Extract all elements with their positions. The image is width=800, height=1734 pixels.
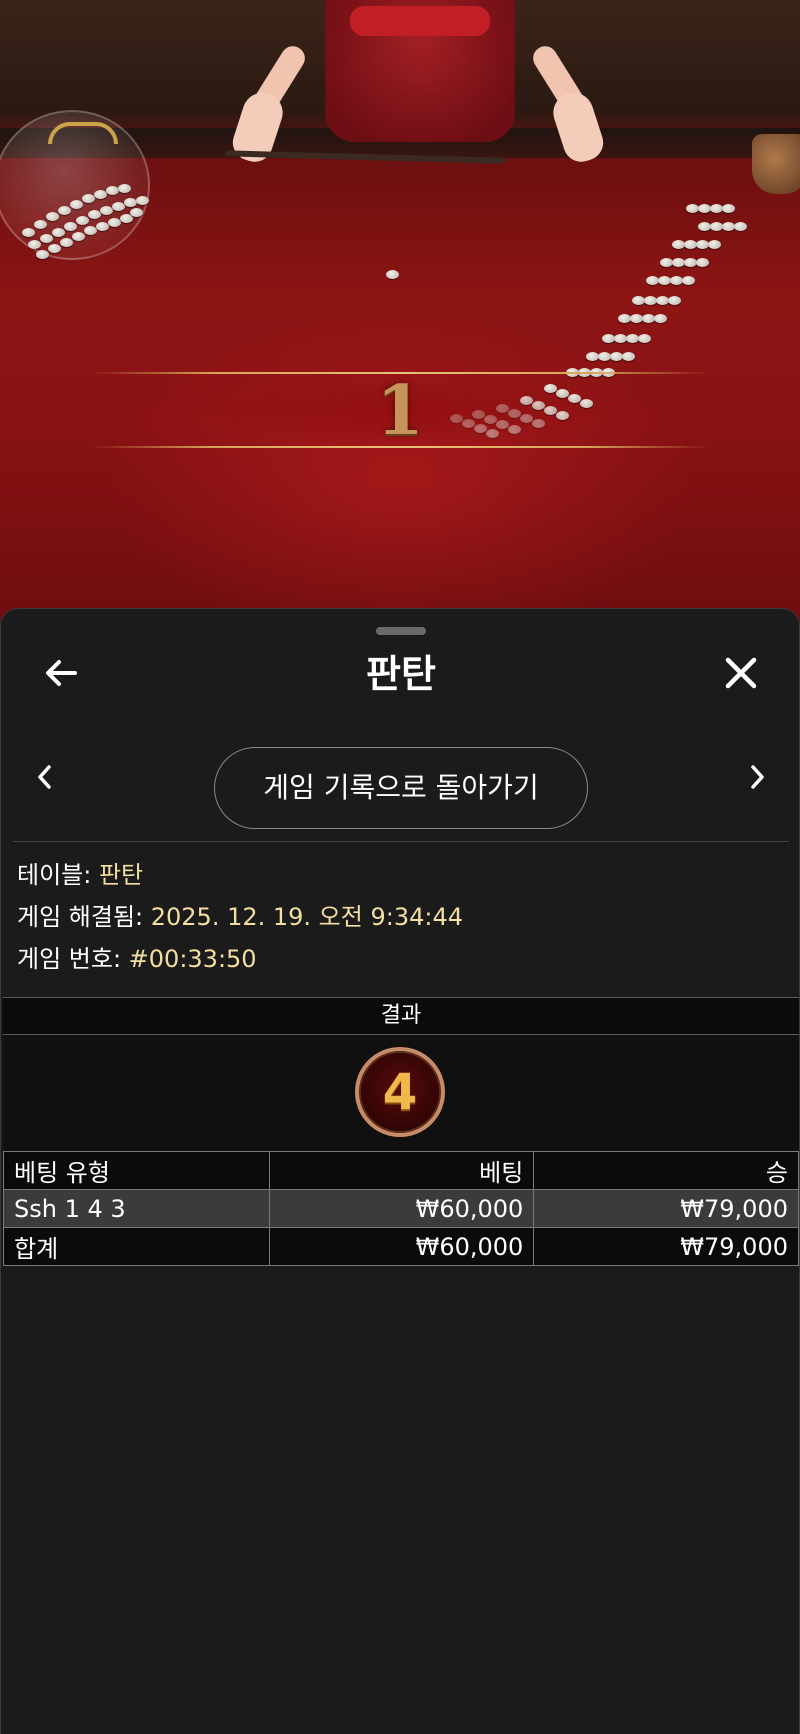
sheet-title: 판탄	[366, 652, 436, 696]
chevron-left-icon	[38, 765, 51, 789]
bead	[34, 220, 47, 229]
live-video-scene: 1	[0, 0, 800, 620]
bead	[668, 296, 681, 305]
bets-table-header: 베팅 유형 베팅 승	[3, 1151, 799, 1190]
info-resolved: 게임 해결됨: 2025. 12. 19. 오전 9:34:44	[17, 899, 463, 935]
bead	[70, 200, 83, 209]
bead	[76, 216, 89, 225]
next-game-button[interactable]	[737, 757, 777, 797]
info-table-value: 판탄	[98, 861, 144, 889]
bead	[94, 190, 107, 199]
bead	[84, 226, 97, 235]
total-win-cell: ₩79,000	[533, 1227, 799, 1266]
header-bet: 베팅	[268, 1151, 535, 1190]
back-to-history-button[interactable]: 게임 기록으로 돌아가기	[214, 747, 588, 829]
close-button[interactable]	[713, 645, 769, 701]
info-resolved-label: 게임 해결됨:	[17, 903, 151, 931]
bead	[722, 204, 735, 213]
arrow-left-icon	[46, 660, 77, 686]
bead	[136, 196, 149, 205]
bead	[622, 352, 635, 361]
bowl-handle	[48, 122, 118, 144]
bead	[64, 222, 77, 231]
info-game-number-label: 게임 번호:	[17, 945, 129, 973]
bead	[682, 276, 695, 285]
result-ball: 4	[355, 1047, 445, 1137]
sheet-grab-handle[interactable]	[376, 627, 426, 635]
bead	[118, 184, 131, 193]
brass-cup	[752, 134, 800, 194]
bead	[58, 206, 71, 215]
divider	[13, 841, 789, 842]
total-bet-cell: ₩60,000	[268, 1227, 535, 1266]
bets-table: 베팅 유형 베팅 승 Ssh 1 4 3 ₩60,000 ₩79,000 합계 …	[3, 1151, 799, 1266]
result-number: 4	[382, 1063, 418, 1121]
win-amount-cell: ₩79,000	[533, 1189, 799, 1228]
bead	[88, 210, 101, 219]
bead	[72, 232, 85, 241]
bead	[130, 208, 143, 217]
bet-amount-cell: ₩60,000	[268, 1189, 535, 1228]
table-row: Ssh 1 4 3 ₩60,000 ₩79,000	[3, 1189, 799, 1228]
header-win: 승	[533, 1151, 799, 1190]
bead	[36, 250, 49, 259]
bead	[28, 240, 41, 249]
dealer-sash	[350, 6, 490, 36]
table-number: 1	[376, 371, 424, 451]
result-header: 결과	[3, 997, 799, 1035]
bead	[40, 234, 53, 243]
bead	[708, 240, 721, 249]
bead	[46, 212, 59, 221]
bead	[82, 194, 95, 203]
bead	[48, 244, 61, 253]
bead	[22, 228, 35, 237]
bead	[60, 238, 73, 247]
info-table: 테이블: 판탄	[17, 857, 143, 893]
back-button[interactable]	[33, 645, 89, 701]
bead	[734, 222, 747, 231]
bead	[96, 222, 109, 231]
info-table-label: 테이블:	[17, 861, 99, 889]
close-icon	[725, 657, 757, 689]
info-resolved-value: 2025. 12. 19. 오전 9:34:44	[150, 903, 463, 931]
total-label-cell: 합계	[3, 1227, 270, 1266]
chevron-right-icon	[751, 765, 764, 789]
bead	[386, 270, 399, 279]
bead	[100, 206, 113, 215]
info-game-number-value: #00:33:50	[128, 945, 257, 973]
total-row: 합계 ₩60,000 ₩79,000	[3, 1227, 799, 1266]
info-game-number: 게임 번호: #00:33:50	[17, 941, 257, 977]
previous-game-button[interactable]	[25, 757, 65, 797]
header-bet-type: 베팅 유형	[3, 1151, 270, 1190]
history-sheet: 판탄 게임 기록으로 돌아가기 테이블: 판탄 게임 해결됨: 2025. 12…	[0, 608, 800, 1734]
bead	[696, 258, 709, 267]
bead	[52, 228, 65, 237]
bead	[112, 202, 125, 211]
bead	[108, 218, 121, 227]
bet-type-cell: Ssh 1 4 3	[3, 1189, 270, 1228]
bead	[654, 314, 667, 323]
bead	[638, 334, 651, 343]
